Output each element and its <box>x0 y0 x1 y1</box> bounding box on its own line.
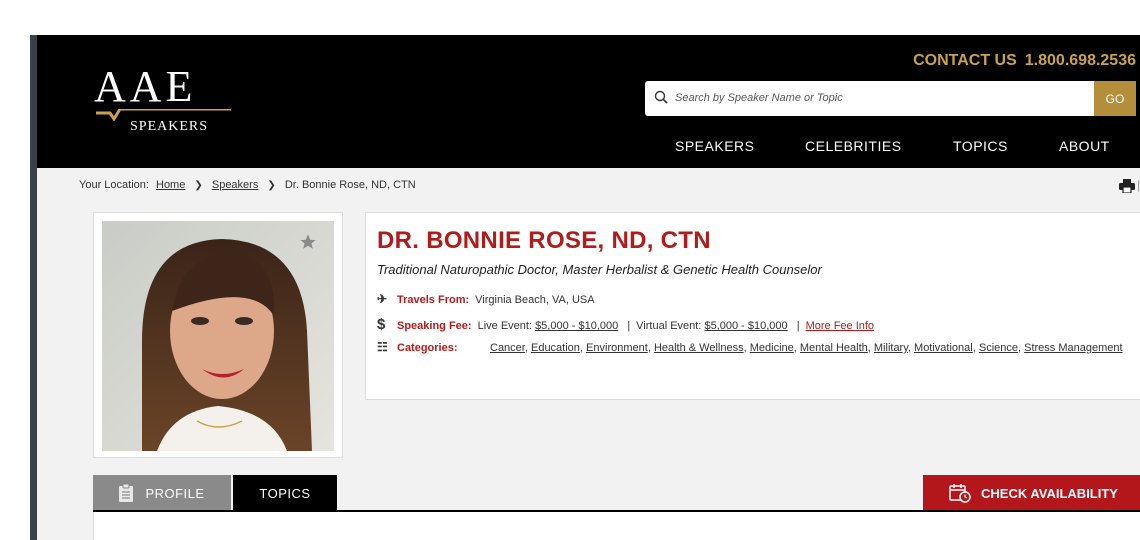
speaker-photo <box>102 221 334 451</box>
travels-from-value: Virginia Beach, VA, USA <box>475 294 595 306</box>
more-fee-info-link[interactable]: More Fee Info <box>806 320 874 332</box>
search-icon <box>654 90 668 104</box>
dollar-icon: $ <box>377 316 386 333</box>
breadcrumb-speakers[interactable]: Speakers <box>212 179 258 191</box>
site-header: AAE SPEAKERS CONTACT US 1.800.698.2536 GO… <box>37 35 1140 168</box>
contact-label[interactable]: CONTACT US <box>913 52 1017 69</box>
category-link[interactable]: Medicine <box>750 342 794 354</box>
travels-from-row: ✈ Travels From: Virginia Beach, VA, USA <box>377 292 595 306</box>
breadcrumb-current: Dr. Bonnie Rose, ND, CTN <box>284 179 416 191</box>
tab-profile[interactable]: PROFILE <box>93 475 231 511</box>
live-event-label: Live Event: <box>477 320 532 332</box>
contact-phone[interactable]: 1.800.698.2536 <box>1025 52 1136 69</box>
aae-speakers-logo[interactable]: AAE SPEAKERS <box>94 62 231 145</box>
nav-topics[interactable]: TOPICS <box>953 138 1008 154</box>
category-link[interactable]: Education <box>531 342 580 354</box>
logo-main-text: AAE <box>94 62 197 111</box>
plane-icon: ✈ <box>377 292 388 306</box>
virtual-event-label: Virtual Event: <box>636 320 702 332</box>
contact-us[interactable]: CONTACT US 1.800.698.2536 <box>913 52 1136 70</box>
tab-topics[interactable]: TOPICS <box>233 475 337 511</box>
speaking-fee-row: $ Speaking Fee: Live Event: $5,000 - $10,0… <box>377 316 874 333</box>
clipboard-icon <box>119 484 134 502</box>
tab-content-area <box>93 512 1140 540</box>
check-availability-button[interactable]: CHECK AVAILABILITY <box>923 475 1140 511</box>
search-input[interactable] <box>675 89 1075 107</box>
category-link[interactable]: Motivational <box>914 342 973 354</box>
chevron-right-icon: ❯ <box>194 180 203 191</box>
calendar-clock-icon <box>949 484 971 503</box>
favorite-star-icon[interactable] <box>299 233 317 251</box>
category-link[interactable]: Health & Wellness <box>654 342 744 354</box>
categories-list: Cancer, Education, Environment, Health &… <box>490 342 1123 354</box>
breadcrumb-home[interactable]: Home <box>156 179 185 191</box>
category-link[interactable]: Military <box>874 342 908 354</box>
category-link[interactable]: Stress Management <box>1024 342 1122 354</box>
nav-speakers[interactable]: SPEAKERS <box>675 138 754 154</box>
nav-celebrities[interactable]: CELEBRITIES <box>805 138 902 154</box>
search-go-button[interactable]: GO <box>1094 81 1136 116</box>
categories-label: Categories: <box>397 342 458 354</box>
categories-row: ☷ Categories: <box>377 340 464 354</box>
search-box <box>645 81 1094 116</box>
category-link[interactable]: Cancer <box>490 342 525 354</box>
live-event-fee-link[interactable]: $5,000 - $10,000 <box>535 320 618 332</box>
check-availability-label: CHECK AVAILABILITY <box>981 485 1118 501</box>
nav-about[interactable]: ABOUT <box>1059 138 1110 154</box>
logo-sub-text: SPEAKERS <box>130 119 209 134</box>
travels-from-label: Travels From: <box>397 294 470 306</box>
speaking-fee-label: Speaking Fee: <box>397 320 472 332</box>
virtual-event-fee-link[interactable]: $5,000 - $10,000 <box>704 320 787 332</box>
breadcrumb-prefix: Your Location: <box>79 179 149 191</box>
category-link[interactable]: Science <box>979 342 1018 354</box>
speaker-info-card: DR. BONNIE ROSE, ND, CTN Traditional Nat… <box>365 212 1140 400</box>
category-link[interactable]: Mental Health <box>800 342 868 354</box>
speaker-title: Traditional Naturopathic Doctor, Master … <box>377 262 822 277</box>
tab-topics-label: TOPICS <box>259 485 311 501</box>
print-icon[interactable] <box>1119 179 1135 193</box>
breadcrumb: Your Location: Home ❯ Speakers ❯ Dr. Bon… <box>79 179 416 191</box>
category-link[interactable]: Environment <box>586 342 648 354</box>
chevron-right-icon: ❯ <box>267 180 276 191</box>
tab-profile-label: PROFILE <box>145 485 205 501</box>
fee-divider: | <box>796 320 800 332</box>
fee-divider: | <box>627 320 631 332</box>
speaker-name: DR. BONNIE ROSE, ND, CTN <box>377 227 711 254</box>
page: AAE SPEAKERS CONTACT US 1.800.698.2536 GO… <box>37 35 1140 540</box>
sitemap-icon: ☷ <box>377 340 388 354</box>
